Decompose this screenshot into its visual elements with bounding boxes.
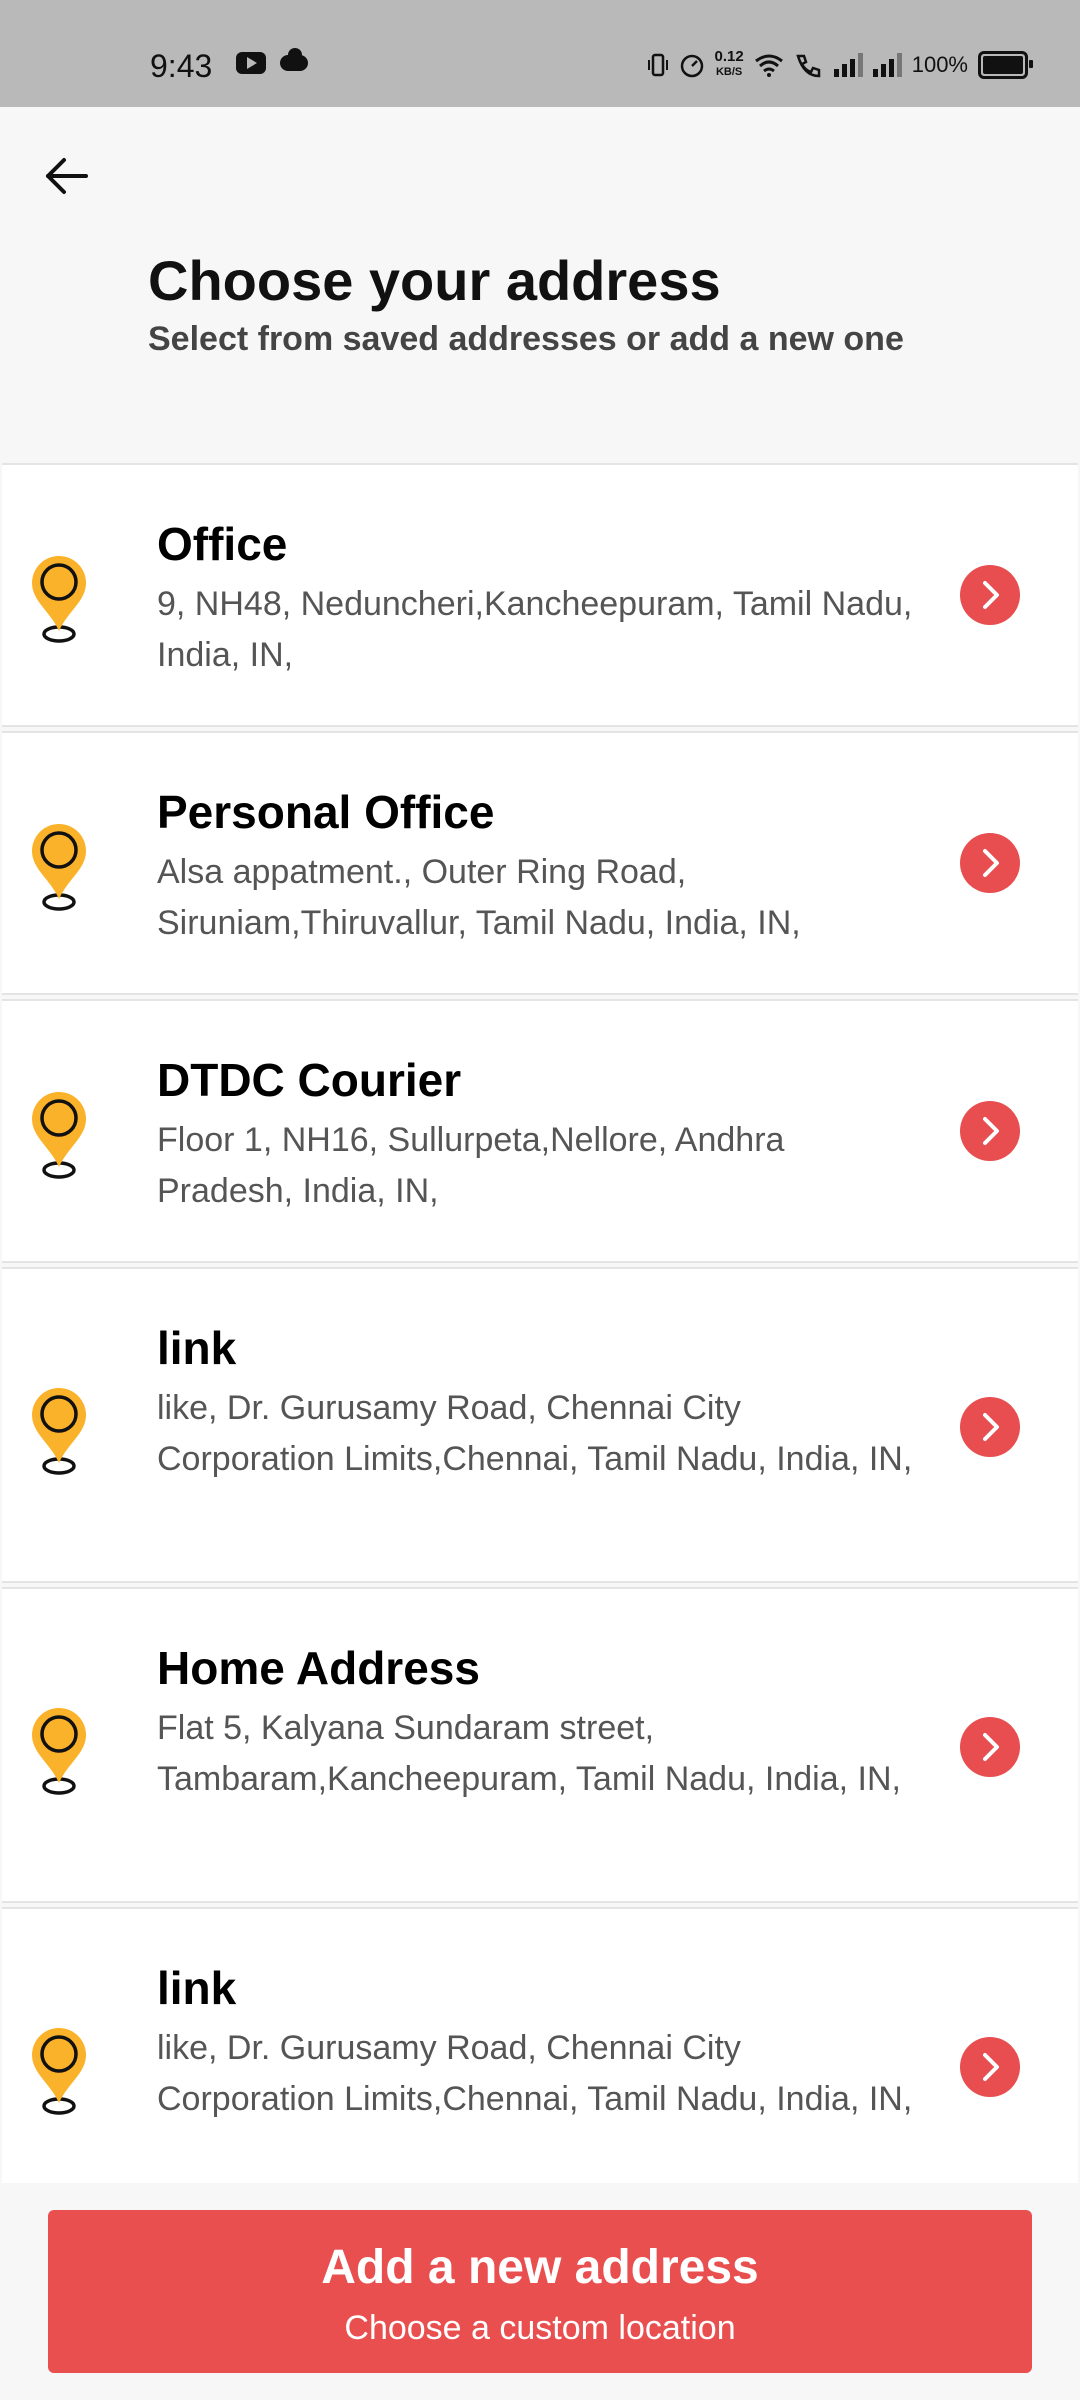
- wifi-icon: [754, 54, 783, 77]
- chevron-right-icon: [983, 581, 999, 609]
- address-title: DTDC Courier: [157, 1054, 462, 1106]
- back-button[interactable]: [36, 145, 98, 207]
- vibrate-icon: [647, 53, 668, 76]
- address-card[interactable]: Home Address Flat 5, Kalyana Sundaram st…: [2, 1587, 1078, 1903]
- bottom-bar: Add a new address Choose a custom locati…: [0, 2183, 1080, 2400]
- address-text: Alsa appatment., Outer Ring Road, Siruni…: [157, 853, 801, 942]
- battery-percent: 100%: [911, 51, 968, 77]
- location-pin-icon: [32, 556, 86, 643]
- address-card[interactable]: link like, Dr. Gurusamy Road, Chennai Ci…: [2, 1907, 1078, 2183]
- location-pin-icon: [32, 1708, 86, 1795]
- address-title: Office: [157, 518, 288, 570]
- youtube-icon: [236, 52, 266, 74]
- location-pin-icon: [32, 824, 86, 911]
- add-address-title: Add a new address: [321, 2241, 759, 2294]
- location-pin-icon: [32, 1092, 86, 1179]
- address-card[interactable]: DTDC Courier Floor 1, NH16, Sullurpeta,N…: [2, 999, 1078, 1263]
- add-address-button[interactable]: Add a new address Choose a custom locati…: [48, 2210, 1032, 2373]
- status-bar: 9:43 0.12 KB/S 100%: [0, 0, 1080, 107]
- select-address-button[interactable]: [960, 565, 1020, 625]
- page-title: Choose your address: [148, 249, 721, 312]
- address-card[interactable]: Personal Office Alsa appatment., Outer R…: [2, 731, 1078, 995]
- address-text: Floor 1, NH16, Sullurpeta,Nellore, Andhr…: [157, 1121, 785, 1210]
- address-title: Personal Office: [157, 786, 495, 838]
- battery-icon: [978, 50, 1033, 79]
- chevron-right-icon: [983, 1413, 999, 1441]
- arrow-left-icon: [46, 158, 88, 194]
- select-address-button[interactable]: [960, 1101, 1020, 1161]
- select-address-button[interactable]: [960, 1397, 1020, 1457]
- address-text: Flat 5, Kalyana Sundaram street, Tambara…: [157, 1709, 901, 1798]
- address-title: link: [157, 1962, 237, 2014]
- address-title: link: [157, 1322, 237, 1374]
- call-icon: [796, 54, 820, 77]
- location-pin-icon: [32, 1388, 86, 1475]
- address-text: like, Dr. Gurusamy Road, Chennai City Co…: [157, 1389, 913, 1478]
- chevron-right-icon: [983, 2053, 999, 2081]
- address-list[interactable]: Office 9, NH48, Neduncheri,Kancheepuram,…: [0, 463, 1080, 2183]
- address-card[interactable]: Office 9, NH48, Neduncheri,Kancheepuram,…: [2, 463, 1078, 727]
- chevron-right-icon: [983, 849, 999, 877]
- chevron-right-icon: [983, 1733, 999, 1761]
- select-address-button[interactable]: [960, 2037, 1020, 2097]
- signal-icon: [833, 52, 863, 77]
- cloud-icon: [280, 48, 308, 71]
- select-address-button[interactable]: [960, 1717, 1020, 1777]
- location-pin-icon: [32, 2028, 86, 2115]
- address-card[interactable]: link like, Dr. Gurusamy Road, Chennai Ci…: [2, 1267, 1078, 1583]
- speed-icon: [680, 54, 703, 77]
- page-subtitle: Select from saved addresses or add a new…: [148, 320, 904, 358]
- net-speed: 0.12 KB/S: [714, 48, 744, 78]
- address-text: like, Dr. Gurusamy Road, Chennai City Co…: [157, 2029, 913, 2118]
- address-text: 9, NH48, Neduncheri,Kancheepuram, Tamil …: [157, 585, 913, 674]
- select-address-button[interactable]: [960, 833, 1020, 893]
- address-title: Home Address: [157, 1642, 480, 1694]
- add-address-subtitle: Choose a custom location: [344, 2309, 736, 2347]
- status-time: 9:43: [150, 48, 213, 84]
- signal-icon: [872, 52, 902, 77]
- chevron-right-icon: [983, 1117, 999, 1145]
